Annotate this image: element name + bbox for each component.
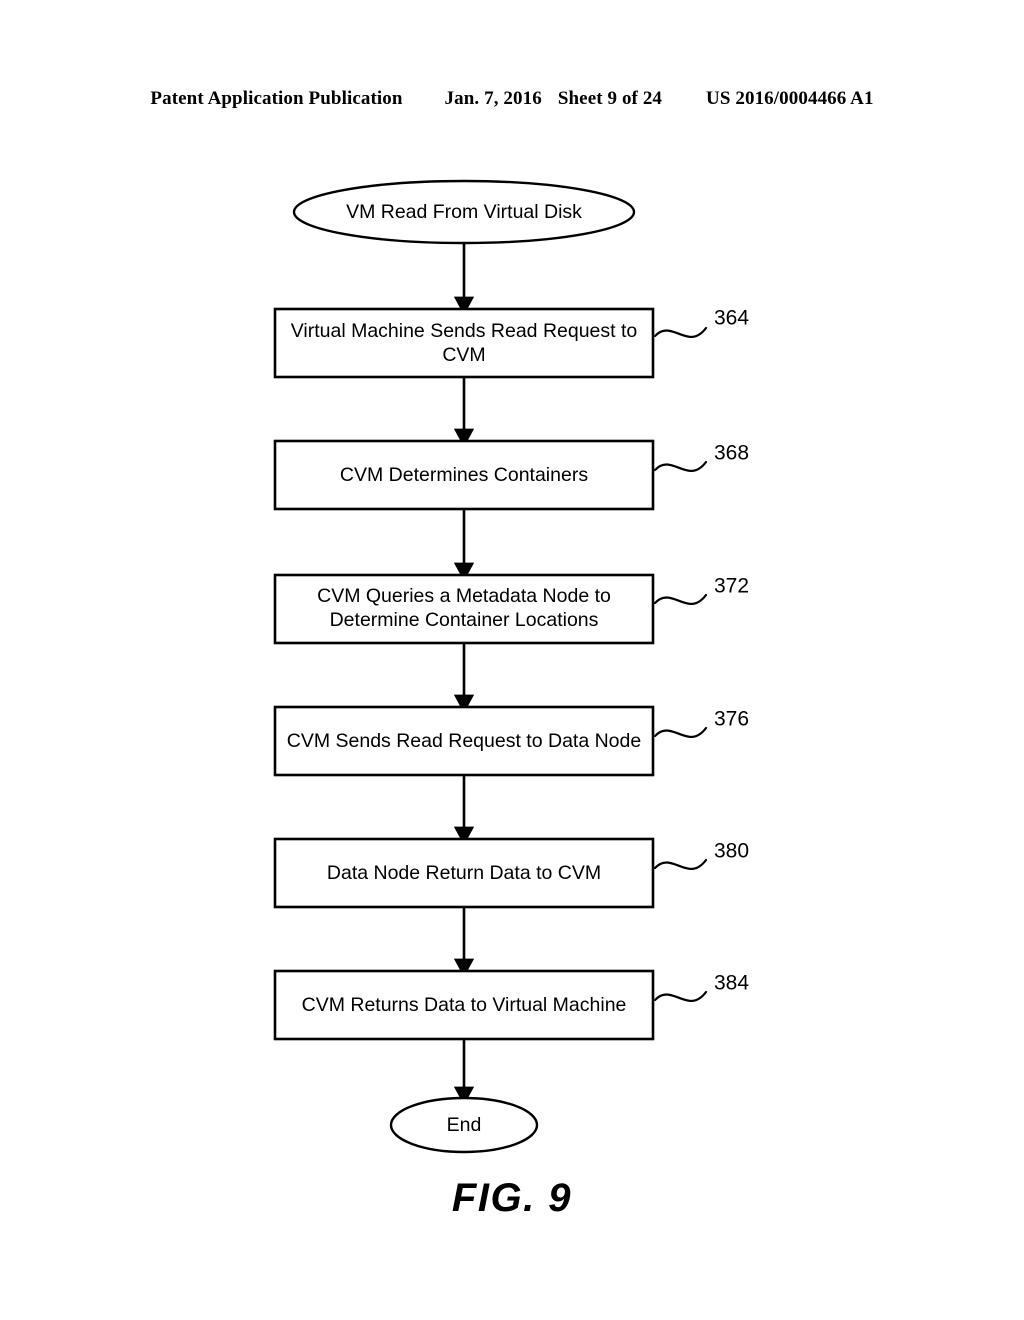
process-step-384: CVM Returns Data to Virtual Machine 384 <box>273 969 749 1041</box>
process-step-364: Virtual Machine Sends Read Request to CV… <box>273 307 749 379</box>
process-step-372-line2: Determine Container Locations <box>330 609 599 631</box>
leader-line-376 <box>653 726 708 739</box>
leader-line-380 <box>653 858 708 871</box>
start-node: VM Read From Virtual Disk <box>292 179 636 245</box>
reference-number-376: 376 <box>714 708 749 731</box>
process-step-364-line2: CVM <box>442 344 485 366</box>
process-step-376-line1: CVM Sends Read Request to Data Node <box>287 730 641 752</box>
process-step-364-line1: Virtual Machine Sends Read Request to <box>291 320 638 342</box>
flowchart-diagram: VM Read From Virtual Disk Virtual Machin… <box>273 179 749 1154</box>
process-step-384-line1: CVM Returns Data to Virtual Machine <box>302 994 627 1016</box>
process-step-372-line1: CVM Queries a Metadata Node to <box>317 585 611 607</box>
process-step-376: CVM Sends Read Request to Data Node 376 <box>273 705 749 777</box>
end-node-label: End <box>447 1114 482 1136</box>
process-step-368: CVM Determines Containers 368 <box>273 439 749 511</box>
process-step-372: CVM Queries a Metadata Node to Determine… <box>273 573 749 645</box>
process-step-368-line1: CVM Determines Containers <box>340 464 588 486</box>
leader-line-364 <box>653 326 708 339</box>
end-node: End <box>389 1096 539 1154</box>
leader-line-384 <box>653 990 708 1003</box>
leader-line-372 <box>653 593 708 606</box>
process-step-380: Data Node Return Data to CVM 380 <box>273 837 749 909</box>
start-node-label: VM Read From Virtual Disk <box>346 201 582 223</box>
figure-caption: FIG. 9 <box>451 1176 573 1220</box>
reference-number-372: 372 <box>714 575 749 598</box>
reference-number-364: 364 <box>714 307 749 330</box>
reference-number-368: 368 <box>714 442 749 465</box>
reference-number-384: 384 <box>714 972 749 995</box>
reference-number-380: 380 <box>714 840 749 863</box>
process-step-380-line1: Data Node Return Data to CVM <box>327 862 601 884</box>
leader-line-368 <box>653 460 708 473</box>
